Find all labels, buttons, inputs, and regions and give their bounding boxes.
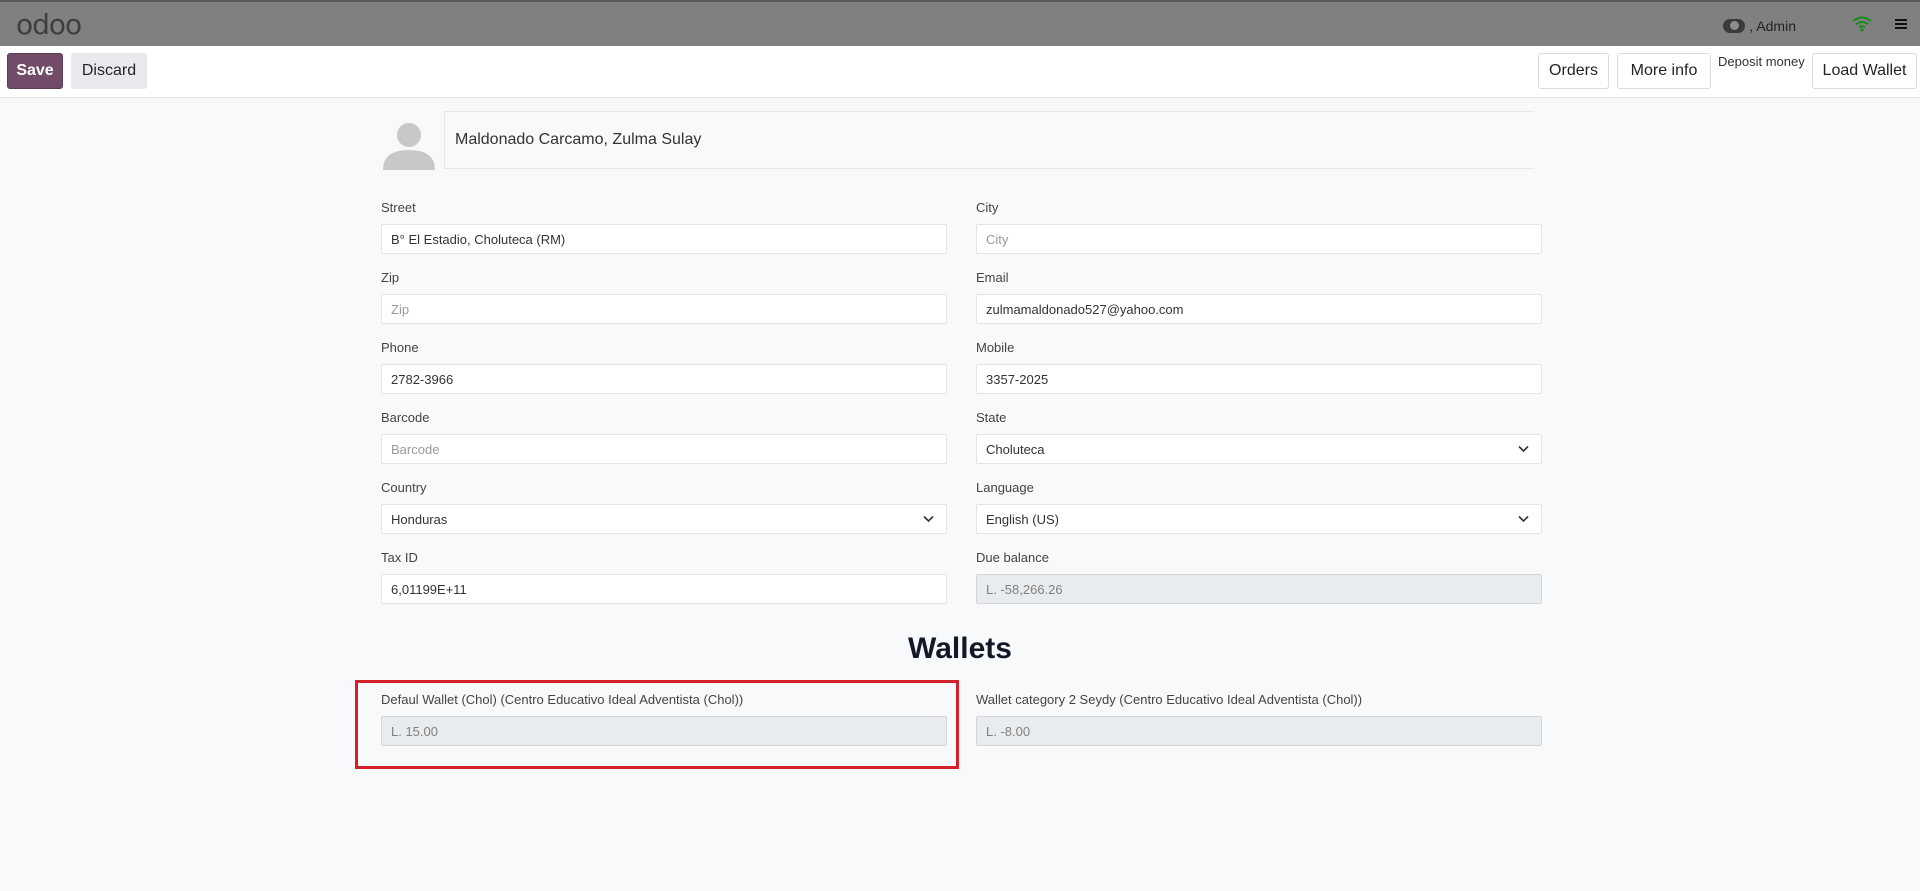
- chevron-down-icon: [1518, 445, 1529, 453]
- mobile-label: Mobile: [976, 340, 1015, 355]
- state-select[interactable]: Choluteca: [976, 434, 1542, 464]
- wifi-icon: [1852, 16, 1872, 32]
- barcode-input[interactable]: Barcode: [381, 434, 947, 464]
- discard-button[interactable]: Discard: [71, 53, 147, 89]
- due-balance-value: L. -58,266.26: [976, 574, 1542, 604]
- email-input[interactable]: zulmamaldonado527@yahoo.com: [976, 294, 1542, 324]
- chevron-down-icon: [923, 515, 934, 523]
- save-button[interactable]: Save: [7, 53, 63, 89]
- partner-name-input[interactable]: Maldonado Carcamo, Zulma Sulay: [444, 111, 1534, 169]
- state-value: Choluteca: [986, 441, 1045, 457]
- street-label: Street: [381, 200, 416, 215]
- hamburger-menu-icon[interactable]: [1894, 16, 1908, 32]
- user-avatar-icon: [1723, 19, 1746, 33]
- mobile-input[interactable]: 3357-2025: [976, 364, 1542, 394]
- state-label: State: [976, 410, 1007, 425]
- deposit-money-button[interactable]: Deposit money: [1718, 54, 1805, 69]
- user-name: , Admin: [1749, 18, 1796, 34]
- country-value: Honduras: [391, 511, 448, 527]
- wallets-heading: Wallets: [908, 632, 1012, 665]
- country-label: Country: [381, 480, 427, 495]
- control-panel: Save Discard Orders More info Deposit mo…: [0, 46, 1920, 98]
- user-menu[interactable]: , Admin: [1723, 16, 1796, 36]
- partner-avatar-icon[interactable]: [381, 120, 437, 170]
- tax-id-label: Tax ID: [381, 550, 418, 565]
- orders-button[interactable]: Orders: [1538, 53, 1609, 89]
- highlight-annotation-box: [355, 680, 959, 769]
- phone-input[interactable]: 2782-3966: [381, 364, 947, 394]
- country-select[interactable]: Honduras: [381, 504, 947, 534]
- street-input[interactable]: B° El Estadio, Choluteca (RM): [381, 224, 947, 254]
- language-label: Language: [976, 480, 1034, 495]
- email-label: Email: [976, 270, 1009, 285]
- due-balance-label: Due balance: [976, 550, 1049, 565]
- wallet-label: Wallet category 2 Seydy (Centro Educativ…: [976, 692, 1363, 707]
- city-label: City: [976, 200, 999, 215]
- zip-input[interactable]: Zip: [381, 294, 947, 324]
- zip-label: Zip: [381, 270, 400, 285]
- load-wallet-button[interactable]: Load Wallet: [1812, 53, 1917, 89]
- language-value: English (US): [986, 511, 1059, 527]
- more-info-button[interactable]: More info: [1617, 53, 1711, 89]
- top-navbar: odoo , Admin: [0, 0, 1920, 46]
- tax-id-input[interactable]: 6,01199E+11: [381, 574, 947, 604]
- wallet-balance: L. -8.00: [976, 716, 1542, 746]
- language-select[interactable]: English (US): [976, 504, 1542, 534]
- odoo-logo[interactable]: odoo: [16, 10, 82, 40]
- barcode-label: Barcode: [381, 410, 430, 425]
- chevron-down-icon: [1518, 515, 1529, 523]
- partner-form-sheet: [0, 98, 1920, 891]
- phone-label: Phone: [381, 340, 419, 355]
- city-input[interactable]: City: [976, 224, 1542, 254]
